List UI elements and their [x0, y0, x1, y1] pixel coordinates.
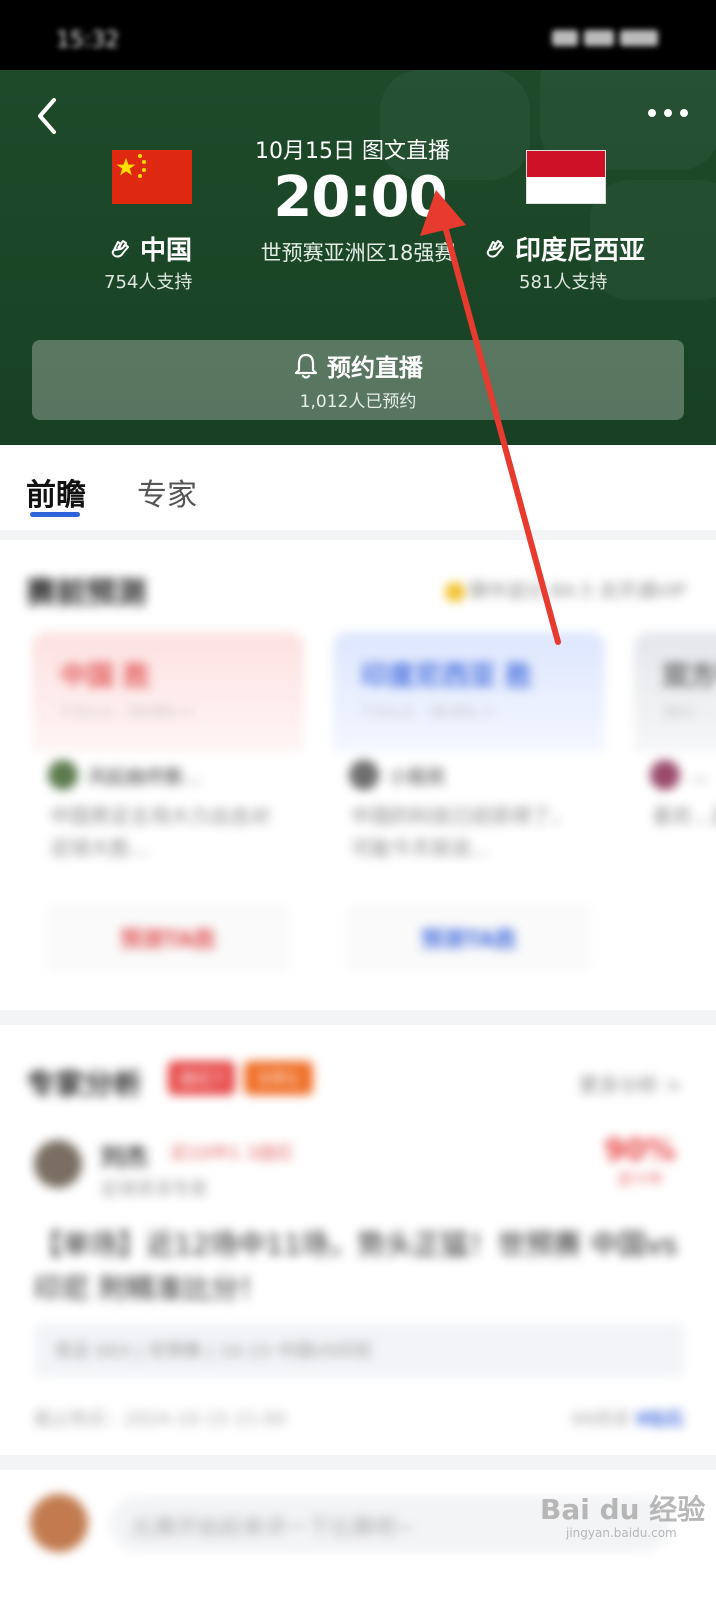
reserve-count: 1,012人已预约 — [299, 392, 417, 412]
away-support-count: 581人支持 — [519, 272, 608, 293]
analysis-footer: 截止购买：2024-10-15 21:00 99阅读 9钻石 — [34, 1405, 684, 1431]
reserve-live-button[interactable]: 预约直播 1,012人已预约 — [32, 340, 684, 420]
bell-icon — [294, 353, 318, 379]
status-time: 15:32 — [56, 28, 120, 53]
expert-hit-rate: 90% 近十中 — [604, 1133, 676, 1189]
expert-description: 足球资深专家 — [100, 1179, 208, 1200]
predict-button[interactable]: 预测TA胜 — [46, 904, 290, 972]
card-text: 中国的科技已经获得了，可能今天就说... — [351, 804, 571, 860]
card-title: 印度尼西亚 胜 — [361, 661, 533, 692]
clap-hands-icon — [486, 239, 504, 258]
streak-badge: 连红7 — [168, 1061, 236, 1095]
more-analysis-link[interactable]: 更多分析 > — [579, 1069, 682, 1098]
expert-title: 专家分析 — [26, 1067, 143, 1101]
prediction-more-text: 猜中送分 84.5 去开通VIP — [468, 580, 686, 602]
match-header: 10月15日 图文直播 20:00 世预赛亚洲区18强赛 中国 754人支持 印… — [0, 70, 716, 445]
reserve-label: 预约直播 — [327, 354, 423, 382]
baidu-watermark-url: jingyan.baidu.com — [566, 1526, 677, 1540]
match-round: 世预赛亚洲区18强赛 — [260, 241, 456, 265]
match-time: 20:00 — [273, 165, 447, 230]
analysis-match-line: 竞足 003 | 世预赛 | 10-15 中国VS印尼 — [34, 1323, 684, 1377]
card-text: 喜欢...足球... — [652, 804, 716, 828]
away-team-support-button[interactable]: 印度尼西亚 — [483, 230, 645, 267]
analysis-meta: 99阅读 9钻石 — [571, 1405, 684, 1431]
predict-button[interactable]: 预测TA胜 — [347, 904, 591, 972]
indonesia-flag-icon — [526, 150, 606, 204]
card-author-name: 小股民 — [389, 765, 447, 788]
avatar — [349, 760, 379, 790]
purchase-deadline: 截止购买：2024-10-15 21:00 — [34, 1409, 287, 1430]
hit-rate-value: 90% — [604, 1133, 676, 1168]
chevron-left-icon — [38, 98, 56, 134]
prediction-card-home[interactable]: 中国 胜 7.5人人 · 54.8% > 风起曲终散... 中国男足主场大力出击… — [32, 632, 304, 992]
clap-hands-icon — [111, 239, 129, 258]
home-support-count: 754人支持 — [104, 272, 193, 293]
away-team-name: 印度尼西亚 — [515, 236, 646, 266]
tab-expert[interactable]: 专家 — [137, 470, 197, 514]
read-count: 99阅读 — [570, 1409, 630, 1430]
status-bar: 15:32 — [0, 0, 716, 70]
card-author-name: ... — [690, 764, 709, 786]
card-author: 风起曲终散... — [32, 760, 304, 790]
avatar — [48, 760, 78, 790]
card-text: 中国男足主场大力出击对足球大胜... — [50, 804, 270, 860]
card-title: 中国 胜 — [60, 661, 151, 692]
hit-rate-label: 近十中 — [617, 1170, 663, 1188]
status-icons — [546, 30, 666, 50]
prediction-title: 赛前预测 — [26, 576, 146, 611]
china-flag-icon — [112, 150, 192, 204]
more-options-button[interactable] — [648, 100, 688, 126]
expert-avatar[interactable] — [34, 1140, 82, 1188]
home-team-support-button[interactable]: 中国 — [108, 230, 192, 267]
card-subtitle: 7.5人人 · 54.8% > — [60, 703, 194, 721]
expert-section: 专家分析 连红7 5中1 更多分析 > 刘杰 近10中1 3连红 足球资深专家 … — [0, 1025, 716, 1455]
prediction-card-away[interactable]: 印度尼西亚 胜 7.5人人 · 36.8% > 小股民 中国的科技已经获得了，可… — [333, 632, 605, 992]
prediction-card-draw[interactable]: 双方平 28人 · ... ... 喜欢...足球... — [634, 632, 716, 992]
home-team-name: 中国 — [140, 236, 193, 266]
card-author: ... — [634, 760, 716, 790]
prediction-section: 赛前预测 猜中送分 84.5 去开通VIP 中国 胜 7.5人人 · 54.8%… — [0, 540, 716, 1010]
card-author: 小股民 — [333, 760, 605, 790]
back-button[interactable] — [30, 92, 66, 140]
active-tab-indicator — [30, 512, 80, 517]
analysis-price[interactable]: 9钻石 — [635, 1409, 684, 1430]
hit-badge: 5中1 — [244, 1061, 313, 1095]
prediction-vip-link[interactable]: 猜中送分 84.5 去开通VIP — [441, 576, 686, 603]
card-subtitle: 28人 · ... — [662, 703, 716, 721]
coin-icon — [444, 581, 465, 602]
card-author-name: 风起曲终散... — [88, 765, 202, 788]
avatar — [650, 760, 680, 790]
match-date: 10月15日 图文直播 — [255, 139, 450, 164]
content-tabs: 前瞻 专家 — [0, 445, 716, 530]
user-avatar — [30, 1494, 88, 1552]
card-title: 双方平 — [662, 661, 716, 692]
card-subtitle: 7.5人人 · 36.8% > — [361, 703, 495, 721]
expert-tags: 近10中1 3连红 — [170, 1143, 294, 1164]
tab-preview[interactable]: 前瞻 — [26, 470, 86, 514]
expert-name: 刘杰 — [100, 1143, 148, 1171]
analysis-headline[interactable]: 【单场】近12场中11场，势头正猛！世预赛 中国vs印尼 附精准比分！ — [34, 1223, 684, 1311]
baidu-watermark: Bai du 经验 — [540, 1493, 706, 1526]
